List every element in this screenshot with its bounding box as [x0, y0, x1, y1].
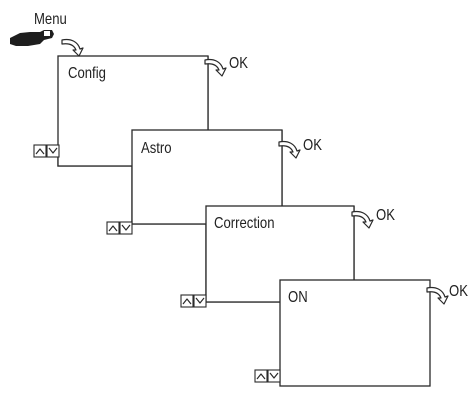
down-arrow-icon[interactable] [119, 221, 133, 235]
ok-key-2[interactable]: OK [278, 137, 322, 159]
ok-label: OK [376, 207, 395, 224]
down-arrow-icon[interactable] [46, 144, 60, 158]
ok-key-1[interactable]: OK [204, 55, 248, 77]
up-arrow-icon[interactable] [254, 369, 268, 383]
ok-press-arrow-icon [351, 210, 374, 229]
ok-key-4[interactable]: OK [426, 283, 468, 305]
menu-label: Menu [34, 11, 67, 28]
up-arrow-icon[interactable] [106, 221, 120, 235]
screen-on: ON [279, 279, 431, 387]
ok-key-3[interactable]: OK [351, 207, 395, 229]
pointing-hand-icon [10, 30, 54, 46]
up-arrow-icon[interactable] [33, 144, 47, 158]
down-arrow-icon[interactable] [267, 369, 281, 383]
screen-correction-label: Correction [214, 215, 275, 232]
nav-buttons-config[interactable] [33, 144, 60, 158]
nav-buttons-correction[interactable] [180, 294, 207, 308]
menu-navigation-diagram: Config Astro Correction ON Menu OK OK OK… [10, 11, 468, 387]
nav-buttons-on[interactable] [254, 369, 281, 383]
down-arrow-icon[interactable] [193, 294, 207, 308]
screen-on-label: ON [288, 289, 308, 306]
screen-astro-label: Astro [141, 140, 172, 157]
menu-press-arrow-icon [61, 38, 84, 57]
menu-key[interactable]: Menu [10, 11, 67, 46]
ok-label: OK [303, 137, 322, 154]
screen-config-label: Config [68, 65, 106, 82]
up-arrow-icon[interactable] [180, 294, 194, 308]
nav-buttons-astro[interactable] [106, 221, 133, 235]
ok-label: OK [229, 55, 248, 72]
ok-label: OK [449, 283, 468, 300]
